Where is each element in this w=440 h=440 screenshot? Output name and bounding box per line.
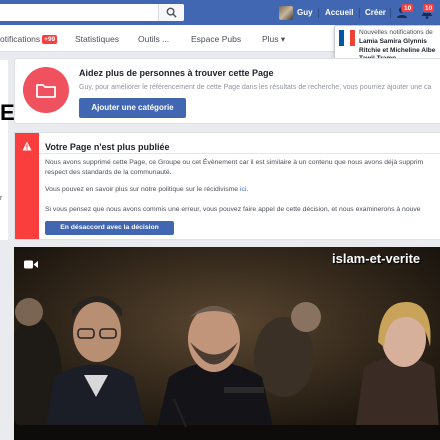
category-icon-circle [23,67,69,113]
warning-stripe [15,133,39,239]
tab-ads[interactable]: Espace Pubs [191,34,241,44]
category-card-title: Aidez plus de personnes à trouver cette … [79,68,274,78]
video-watermark: islam-et-verite [332,251,421,266]
divider [390,8,391,18]
friend-requests-badge: 10 [401,3,415,13]
video-camera-icon [24,260,38,269]
top-navigation-bar: Guy Accueil Créer 10 10 [0,0,440,25]
search-input[interactable] [0,4,184,21]
tab-notifications-label: otifications [0,34,41,44]
search-icon [166,7,177,18]
warning-text-3-suffix: . [246,186,249,193]
warning-text-2: respect des standards de la communauté. [45,169,172,176]
warning-title: Votre Page n'est plus publiée [45,142,170,152]
folder-icon [36,84,56,98]
french-flag-icon [339,30,355,46]
left-column-heading: E [0,100,15,125]
add-category-button[interactable]: Ajouter une catégorie [79,98,186,118]
notification-title: Nouvelles notifications de [359,29,433,36]
left-column-text: r [0,195,3,202]
divider [359,8,360,18]
warning-text-3: Vous pouvez en savoir plus sur notre pol… [45,186,248,193]
video-frame [14,247,440,440]
video-player[interactable]: islam-et-verite [14,247,440,440]
page-unpublished-warning: Votre Page n'est plus publiée Nous avons… [14,132,440,240]
warning-divider [39,153,440,154]
category-card-description: Guy, pour améliorer le référencement de … [79,84,432,91]
left-column: E r [0,60,15,240]
tab-more[interactable]: Plus ▾ [262,34,285,45]
avatar [279,6,293,20]
search-button[interactable] [158,4,184,21]
appeal-decision-button[interactable]: En désaccord avec la décision [45,221,174,235]
tab-statistics[interactable]: Statistiques [75,34,119,44]
home-link[interactable]: Accueil [325,8,353,17]
tab-tools[interactable]: Outils ... [138,34,169,44]
create-link[interactable]: Créer [365,8,386,17]
tab-notifications[interactable]: otifications +99 [0,34,58,44]
warning-icon [22,141,32,151]
profile-link[interactable] [279,5,297,21]
divider [318,8,319,18]
notifications-count-badge: +99 [42,35,58,44]
category-suggestion-card: Aidez plus de personnes à trouver cette … [14,58,440,124]
warning-text-3-prefix: Vous pouvez en savoir plus sur notre pol… [45,186,240,193]
warning-text-4: Si vous pensez que nous avons commis une… [45,206,421,213]
warning-text-1: Nous avons supprimé cette Page, ce Group… [45,159,424,166]
notifications-badge: 10 [422,3,436,13]
profile-name[interactable]: Guy [297,8,313,17]
